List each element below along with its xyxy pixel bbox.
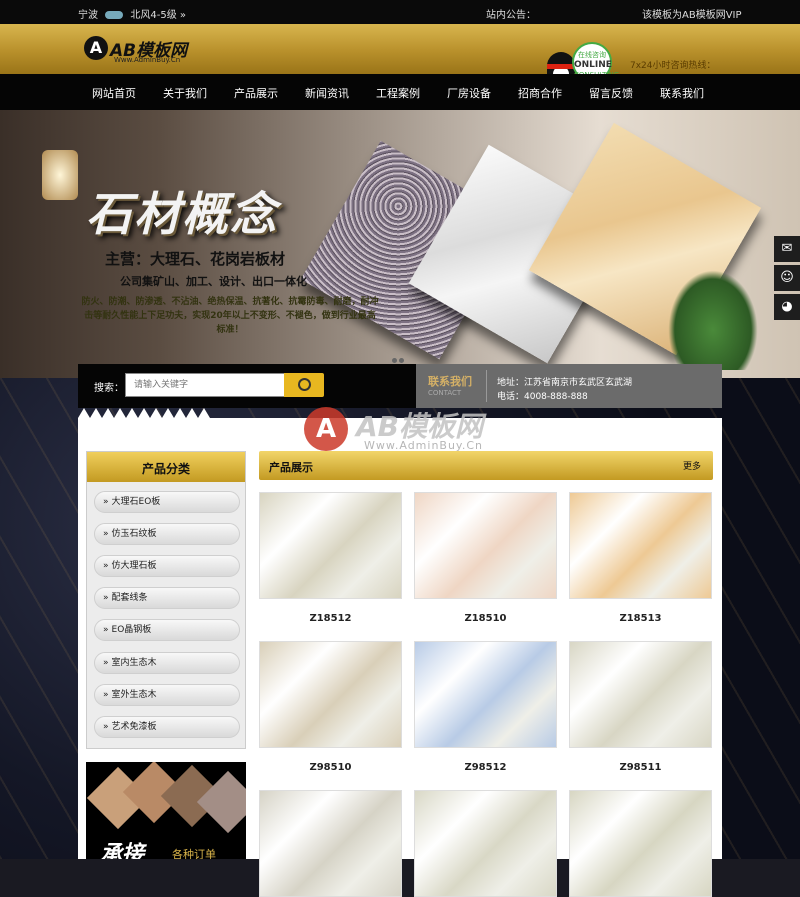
promo-sub: 各种订单: [172, 848, 216, 859]
contact-title: 联系我们 CONTACT: [428, 373, 472, 397]
nav-cases[interactable]: 工程案例: [376, 85, 420, 101]
category-item[interactable]: 艺术免漆板: [94, 716, 240, 738]
product-code[interactable]: Z18512: [259, 613, 402, 624]
category-item[interactable]: 仿大理石板: [94, 555, 240, 577]
category-item[interactable]: EO晶钢板: [94, 619, 240, 641]
logo-mark: A: [84, 36, 108, 60]
banner-company-desc: 公司集矿山、加工、设计、出口一体化: [120, 275, 307, 288]
category-title: 产品分类: [141, 462, 190, 476]
weather-city: 宁波: [78, 10, 98, 21]
product-image[interactable]: [569, 492, 712, 599]
product-image[interactable]: [569, 641, 712, 748]
chat-icon[interactable]: ☺: [774, 265, 800, 291]
product-code[interactable]: Z98512: [414, 762, 557, 773]
nav-feedback[interactable]: 留言反馈: [589, 85, 633, 101]
banner-plant: [668, 270, 758, 370]
banner-lamp: [42, 150, 78, 200]
product-code[interactable]: Z18513: [569, 613, 712, 624]
top-bar: 宁波 北风4-5级 » 站内公告： 该模板为AB模板网VIP: [0, 0, 800, 24]
product-code[interactable]: Z18510: [414, 613, 557, 624]
banner-title: 石材概念: [86, 187, 278, 241]
search-label: 搜索：: [94, 383, 124, 394]
online-big: ONLINE: [574, 60, 612, 70]
weather-cloud-icon: [105, 11, 124, 19]
product-header: 产品展示 更多: [259, 451, 713, 480]
promo-banner[interactable]: 承接 各种订单: [86, 762, 246, 859]
product-image[interactable]: [259, 641, 402, 748]
watermark-mark: A: [304, 407, 348, 451]
banner-pagination[interactable]: [392, 352, 408, 363]
category-item[interactable]: 配套线条: [94, 587, 240, 609]
hotline-label: 7x24小时咨询热线：: [630, 61, 716, 71]
category-item[interactable]: 室外生态木: [94, 684, 240, 706]
qq-icon[interactable]: ◕: [774, 294, 800, 320]
product-code[interactable]: Z98510: [259, 762, 402, 773]
weather-widget: 宁波 北风4-5级 »: [78, 6, 186, 21]
header: A AB模板网 Www.AdminBuy.Cn 在线咨询 ONLINE CONS…: [0, 24, 800, 88]
nav-contact[interactable]: 联系我们: [660, 85, 704, 101]
nav-cooperation[interactable]: 招商合作: [518, 85, 562, 101]
contact-address: 地址：江苏省南京市玄武区玄武湖: [497, 378, 633, 388]
search-input[interactable]: [125, 373, 285, 397]
float-contact-bar: ✉ ☺ ◕: [774, 236, 800, 323]
category-item[interactable]: 仿玉石纹板: [94, 523, 240, 545]
search-button[interactable]: [284, 373, 324, 397]
online-small: 在线咨询: [578, 51, 606, 59]
nav-about[interactable]: 关于我们: [163, 85, 207, 101]
banner-features: 防火、防潮、防渗透、不沾油、绝热保温、抗著化、抗霉防毒、耐磨，耐冲击等耐久性能上…: [81, 297, 379, 335]
more-link[interactable]: 更多: [683, 459, 701, 472]
nav-home[interactable]: 网站首页: [92, 85, 136, 101]
logo-subtitle: Www.AdminBuy.Cn: [114, 56, 181, 64]
product-image[interactable]: [414, 492, 557, 599]
product-image[interactable]: [414, 790, 557, 897]
product-image[interactable]: [414, 641, 557, 748]
site-logo[interactable]: A AB模板网 Www.AdminBuy.Cn: [84, 32, 204, 66]
product-image[interactable]: [259, 492, 402, 599]
contact-title-text: 联系我们: [428, 375, 472, 388]
hero-banner[interactable]: 石材概念 主营：大理石、花岗岩板材 公司集矿山、加工、设计、出口一体化 防火、防…: [0, 110, 800, 378]
nav-equipment[interactable]: 厂房设备: [447, 85, 491, 101]
notice-label: 站内公告：: [486, 10, 536, 21]
product-image[interactable]: [569, 790, 712, 897]
notice-text[interactable]: 该模板为AB模板网VIP: [642, 6, 742, 21]
category-item[interactable]: 大理石EO板: [94, 491, 240, 513]
weather-wind: 北风4-5级 »: [130, 10, 187, 21]
nav-news[interactable]: 新闻资讯: [305, 85, 349, 101]
category-sidebar: 产品分类 大理石EO板 仿玉石纹板 仿大理石板 配套线条 EO晶钢板 室内生态木…: [86, 451, 246, 749]
promo-text: 承接: [100, 842, 145, 859]
category-item[interactable]: 室内生态木: [94, 652, 240, 674]
main-nav: 网站首页 关于我们 产品展示 新闻资讯 工程案例 厂房设备 招商合作 留言反馈 …: [0, 74, 800, 110]
banner-main-business: 主营：大理石、花岗岩板材: [105, 250, 286, 268]
contact-phone: 电话：4008-888-888: [497, 392, 588, 402]
product-title: 产品展示: [269, 461, 313, 474]
product-image[interactable]: [259, 790, 402, 897]
nav-products[interactable]: 产品展示: [234, 85, 278, 101]
wechat-icon[interactable]: ✉: [774, 236, 800, 262]
product-code[interactable]: Z98511: [569, 762, 712, 773]
category-header: 产品分类: [87, 452, 245, 482]
